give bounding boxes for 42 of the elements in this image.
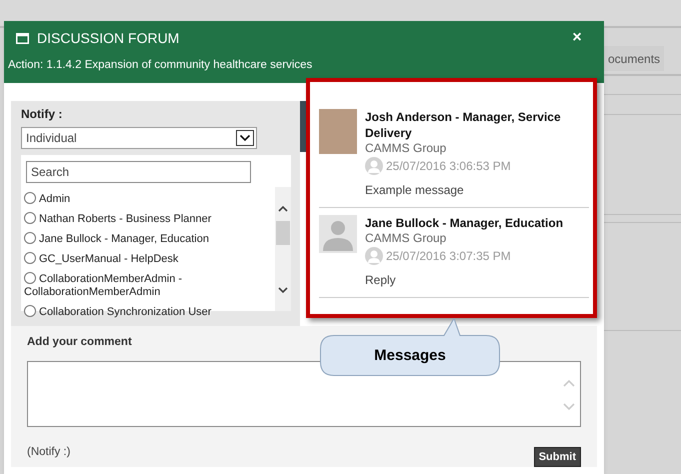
recipient-option[interactable]: Nathan Roberts - Business Planner (21, 209, 271, 229)
submit-button[interactable]: Submit (534, 447, 581, 467)
message-group: CAMMS Group (365, 141, 589, 155)
close-button[interactable]: × (566, 26, 588, 50)
message-time: 25/07/2016 3:06:53 PM (386, 158, 511, 175)
scrollbar-thumb[interactable] (276, 221, 290, 245)
callout-text: Messages (374, 346, 446, 366)
message-author: Jane Bullock - Manager, Education (365, 215, 564, 231)
photo-placeholder (319, 109, 357, 154)
message-text: Reply (365, 272, 397, 289)
recipient-option[interactable]: Jane Bullock - Manager, Education (21, 229, 271, 249)
radio-button[interactable] (24, 272, 36, 284)
radio-button[interactable] (24, 305, 36, 317)
dropdown-caret-icon (236, 130, 254, 146)
scrollbar[interactable] (275, 187, 291, 311)
message-group: CAMMS Group (365, 231, 589, 245)
message-author: Josh Anderson - Manager, Service Delivery (365, 109, 562, 141)
recipient-option[interactable]: CollaborationMemberAdmin - CollaborationMemberAdmin (21, 269, 271, 302)
notify-label: Notify : (21, 106, 64, 123)
user-icon (365, 157, 383, 175)
scroll-down-icon[interactable] (278, 287, 288, 294)
radio-button[interactable] (24, 212, 36, 224)
comment-label: Add your comment (27, 335, 133, 350)
recipient-option[interactable]: Admin (21, 189, 271, 209)
recipient-dropdown[interactable]: Individual (21, 127, 257, 149)
radio-button[interactable] (24, 192, 36, 204)
recipient-option[interactable]: GC_UserManual - HelpDesk (21, 249, 271, 269)
window-icon (16, 32, 29, 44)
message-time: 25/07/2016 3:07:35 PM (386, 248, 511, 265)
search-field[interactable]: Search (26, 161, 251, 183)
radio-button[interactable] (24, 232, 36, 244)
background-tab[interactable]: ocuments (604, 46, 664, 71)
radio-button[interactable] (24, 252, 36, 264)
user-icon (365, 247, 383, 265)
recipient-option[interactable]: Collaboration Synchronization User (21, 302, 271, 322)
message-text: Example message (365, 182, 465, 199)
avatar-silhouette-icon (319, 215, 357, 253)
scroll-up-icon[interactable] (278, 205, 288, 212)
window-title: DISCUSSION FORUM (37, 28, 180, 48)
side-handle[interactable] (300, 101, 306, 152)
window-subtitle: Action: 1.1.4.2 Expansion of community healthcare services (7, 58, 314, 73)
notify-note: (Notify :) (27, 445, 70, 460)
